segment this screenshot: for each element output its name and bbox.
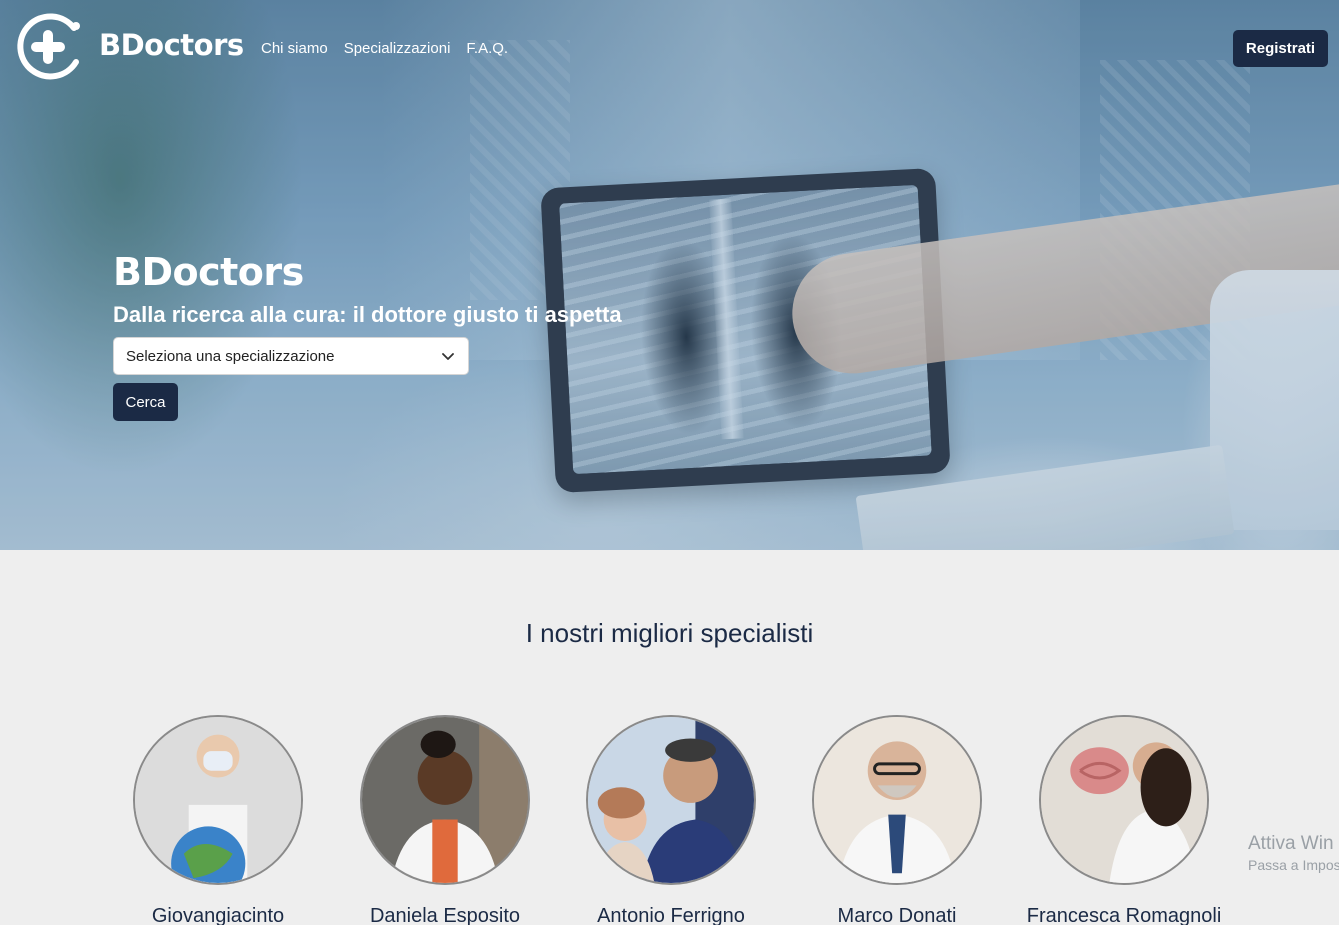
hero-subtitle: Dalla ricerca alla cura: il dottore gius…: [113, 302, 622, 327]
nav-links: Chi siamo Specializzazioni F.A.Q.: [261, 40, 508, 57]
brand-name[interactable]: BDoctors: [99, 28, 244, 62]
watermark-line-2: Passa a Impos: [1248, 857, 1339, 873]
doctor-card[interactable]: Marco Donati: [777, 715, 1017, 925]
search-button[interactable]: Cerca: [113, 383, 178, 421]
doctor-name[interactable]: Marco Donati: [777, 905, 1017, 925]
specialization-select-value: Seleziona una specializzazione: [126, 347, 335, 365]
nav-link-chi-siamo[interactable]: Chi siamo: [261, 40, 328, 57]
nav-link-faq[interactable]: F.A.Q.: [466, 40, 508, 57]
specialization-select[interactable]: Seleziona una specializzazione: [113, 337, 469, 375]
doctor-card[interactable]: Francesca Romagnoli: [1004, 715, 1244, 925]
register-button[interactable]: Registrati: [1233, 30, 1328, 67]
hero-title: BDoctors: [113, 250, 304, 294]
doctor-avatar[interactable]: [586, 715, 756, 885]
specialists-title: I nostri migliori specialisti: [525, 618, 814, 648]
windows-activation-watermark: Attiva Win Passa a Impos: [1248, 833, 1339, 873]
doctor-card[interactable]: Giovangiacinto: [98, 715, 338, 925]
doctor-name[interactable]: Giovangiacinto: [98, 905, 338, 925]
watermark-line-1: Attiva Win: [1248, 833, 1334, 854]
top-navbar: BDoctors Chi siamo Specializzazioni F.A.…: [0, 0, 1339, 95]
doctor-avatar[interactable]: [812, 715, 982, 885]
doctor-name[interactable]: Francesca Romagnoli: [1004, 905, 1244, 925]
chevron-down-icon: [442, 353, 454, 360]
doctor-avatar[interactable]: [360, 715, 530, 885]
doctor-avatar[interactable]: [1039, 715, 1209, 885]
doctor-name[interactable]: Daniela Esposito: [325, 905, 565, 925]
doctor-card[interactable]: Daniela Esposito: [325, 715, 565, 925]
doctor-avatar[interactable]: [133, 715, 303, 885]
logo-plus-icon[interactable]: [14, 12, 82, 82]
doctor-card[interactable]: Antonio Ferrigno: [551, 715, 791, 925]
doctor-name[interactable]: Antonio Ferrigno: [551, 905, 791, 925]
nav-link-specializzazioni[interactable]: Specializzazioni: [344, 40, 451, 57]
